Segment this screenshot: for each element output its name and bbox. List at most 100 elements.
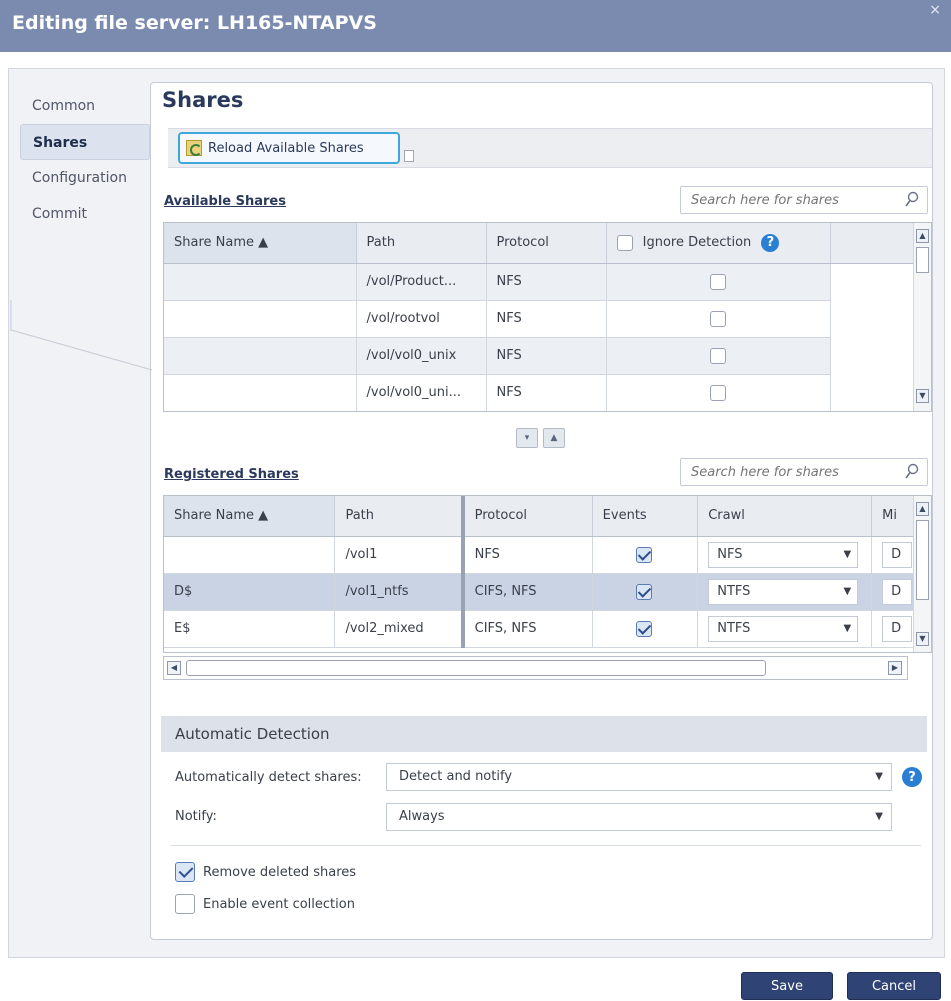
cell-path: /vol2_mixed [334, 610, 465, 648]
events-checkbox[interactable] [636, 583, 653, 600]
cell-share-name: E$ [164, 610, 336, 648]
available-search-box[interactable] [680, 186, 928, 214]
scroll-left-icon[interactable]: ◀ [167, 661, 181, 675]
table-header-row: Share Name ▲ Path Protocol Ignore Detect… [164, 223, 916, 264]
table-row[interactable]: /vol/rootvol NFS [164, 300, 915, 338]
sidebar-item-shares[interactable]: Shares [20, 124, 150, 160]
crawl-select[interactable]: NTFS ▼ [708, 615, 859, 642]
move-up-button[interactable]: ▲ [543, 428, 565, 448]
available-shares-label: Available Shares [164, 194, 286, 209]
events-checkbox[interactable] [636, 546, 653, 563]
column-ignore-detection[interactable]: Ignore Detection ? [606, 223, 831, 264]
table-row[interactable]: /vol/Product... NFS [164, 263, 915, 301]
column-protocol[interactable]: Protocol [486, 223, 607, 264]
mi-select[interactable]: D [882, 578, 913, 605]
column-share-name[interactable]: Share Name ▲ [164, 223, 357, 264]
registered-horizontal-scrollbar[interactable]: ◀ ▶ [163, 656, 908, 680]
cell-path: /vol1_ntfs [334, 573, 465, 611]
crawl-select[interactable]: NTFS ▼ [708, 578, 859, 605]
enable-event-collection-option[interactable]: Enable event collection [175, 894, 355, 914]
column-path[interactable]: Path [356, 223, 487, 264]
chevron-down-icon: ▼ [843, 622, 852, 634]
mi-select[interactable]: D [882, 541, 913, 568]
search-icon[interactable] [905, 463, 919, 481]
ignore-detection-label: Ignore Detection [642, 235, 752, 251]
crawl-select[interactable]: NFS ▼ [708, 541, 859, 568]
scroll-up-icon[interactable]: ▲ [916, 502, 929, 516]
column-path[interactable]: Path [334, 496, 465, 537]
cell-ignore [606, 337, 831, 375]
sidebar-item-commit[interactable]: Commit [20, 196, 150, 232]
enable-event-collection-label: Enable event collection [203, 896, 355, 912]
detect-shares-select[interactable]: Detect and notify ▼ [386, 763, 892, 791]
search-icon[interactable] [905, 191, 919, 209]
table-row[interactable]: E$ /vol2_mixed CIFS, NFS NTFS ▼ D [164, 610, 931, 648]
available-shares-table: Share Name ▲ Path Protocol Ignore Detect… [164, 223, 916, 411]
table-header-row: Share Name ▲ Path Protocol Events Crawl … [164, 496, 931, 537]
table-row[interactable]: /vol/vol0_unix NFS [164, 337, 915, 375]
scroll-right-icon[interactable]: ▶ [888, 661, 902, 675]
cell-ignore [606, 300, 831, 338]
help-icon[interactable]: ? [902, 767, 922, 787]
move-down-button[interactable]: ▾ [516, 428, 538, 448]
cell-share-name [164, 263, 357, 301]
column-share-name[interactable]: Share Name ▲ [164, 496, 336, 537]
registered-search-box[interactable] [680, 458, 928, 486]
reload-available-shares-button[interactable]: Reload Available Shares [178, 132, 400, 164]
table-row[interactable]: /vol/vol0_uni... NFS [164, 374, 915, 411]
column-protocol[interactable]: Protocol [462, 496, 593, 537]
cell-path: /vol1 [334, 536, 465, 574]
scroll-down-icon[interactable]: ▼ [916, 632, 929, 646]
scroll-down-icon[interactable]: ▼ [916, 389, 929, 403]
remove-deleted-shares-option[interactable]: Remove deleted shares [175, 862, 356, 882]
ignore-detection-select-all-checkbox[interactable] [616, 234, 633, 251]
cell-protocol: NFS [486, 374, 607, 411]
enable-event-collection-checkbox[interactable] [175, 894, 195, 914]
ignore-detection-checkbox[interactable] [709, 310, 726, 327]
sidebar-item-common[interactable]: Common [20, 88, 150, 124]
registered-shares-label: Registered Shares [164, 467, 299, 482]
cell-ignore [606, 263, 831, 301]
events-checkbox[interactable] [636, 620, 653, 637]
cell-protocol: NFS [486, 300, 607, 338]
scroll-thumb[interactable] [916, 247, 929, 273]
available-vertical-scrollbar[interactable]: ▲ ▼ [913, 223, 931, 411]
scroll-up-icon[interactable]: ▲ [916, 229, 929, 243]
cancel-button[interactable]: Cancel [847, 972, 941, 1000]
table-row[interactable]: /vol1 NFS NFS ▼ D [164, 536, 931, 574]
registered-search-input[interactable] [681, 459, 891, 485]
registered-vertical-scrollbar[interactable]: ▲ ▼ [913, 496, 931, 652]
scroll-thumb[interactable] [916, 520, 929, 600]
column-filler [830, 223, 916, 264]
divider [171, 845, 921, 846]
cell-protocol: NFS [486, 263, 607, 301]
cell-protocol: NFS [486, 337, 607, 375]
toolbar-overflow-icon[interactable] [404, 150, 414, 162]
detect-shares-label: Automatically detect shares: [175, 770, 362, 785]
column-events[interactable]: Events [592, 496, 699, 537]
horizontal-scroll-thumb[interactable] [186, 660, 766, 676]
table-row[interactable]: D$ /vol1_ntfs CIFS, NFS NTFS ▼ D [164, 573, 931, 611]
close-icon[interactable]: × [929, 2, 941, 18]
ignore-detection-checkbox[interactable] [709, 384, 726, 401]
cell-protocol: CIFS, NFS [462, 610, 593, 648]
registered-shares-grid: Share Name ▲ Path Protocol Events Crawl … [163, 495, 932, 653]
sidebar-item-configuration[interactable]: Configuration [20, 160, 150, 196]
page-title: Shares [162, 88, 244, 112]
ignore-detection-checkbox[interactable] [709, 273, 726, 290]
chevron-down-icon: ▼ [843, 585, 852, 597]
ignore-detection-checkbox[interactable] [709, 347, 726, 364]
mi-select[interactable]: D [882, 615, 913, 642]
cell-protocol: CIFS, NFS [462, 573, 593, 611]
cell-path: /vol/vol0_unix [356, 337, 487, 375]
chevron-down-icon: ▼ [843, 548, 852, 560]
cell-share-name [164, 337, 357, 375]
cell-path: /vol/vol0_uni... [356, 374, 487, 411]
column-crawl[interactable]: Crawl [697, 496, 873, 537]
notify-select[interactable]: Always ▼ [386, 803, 892, 831]
notify-label: Notify: [175, 809, 217, 824]
save-button[interactable]: Save [741, 972, 833, 1000]
available-search-input[interactable] [681, 187, 891, 213]
help-icon[interactable]: ? [761, 233, 780, 252]
remove-deleted-shares-checkbox[interactable] [175, 862, 195, 882]
